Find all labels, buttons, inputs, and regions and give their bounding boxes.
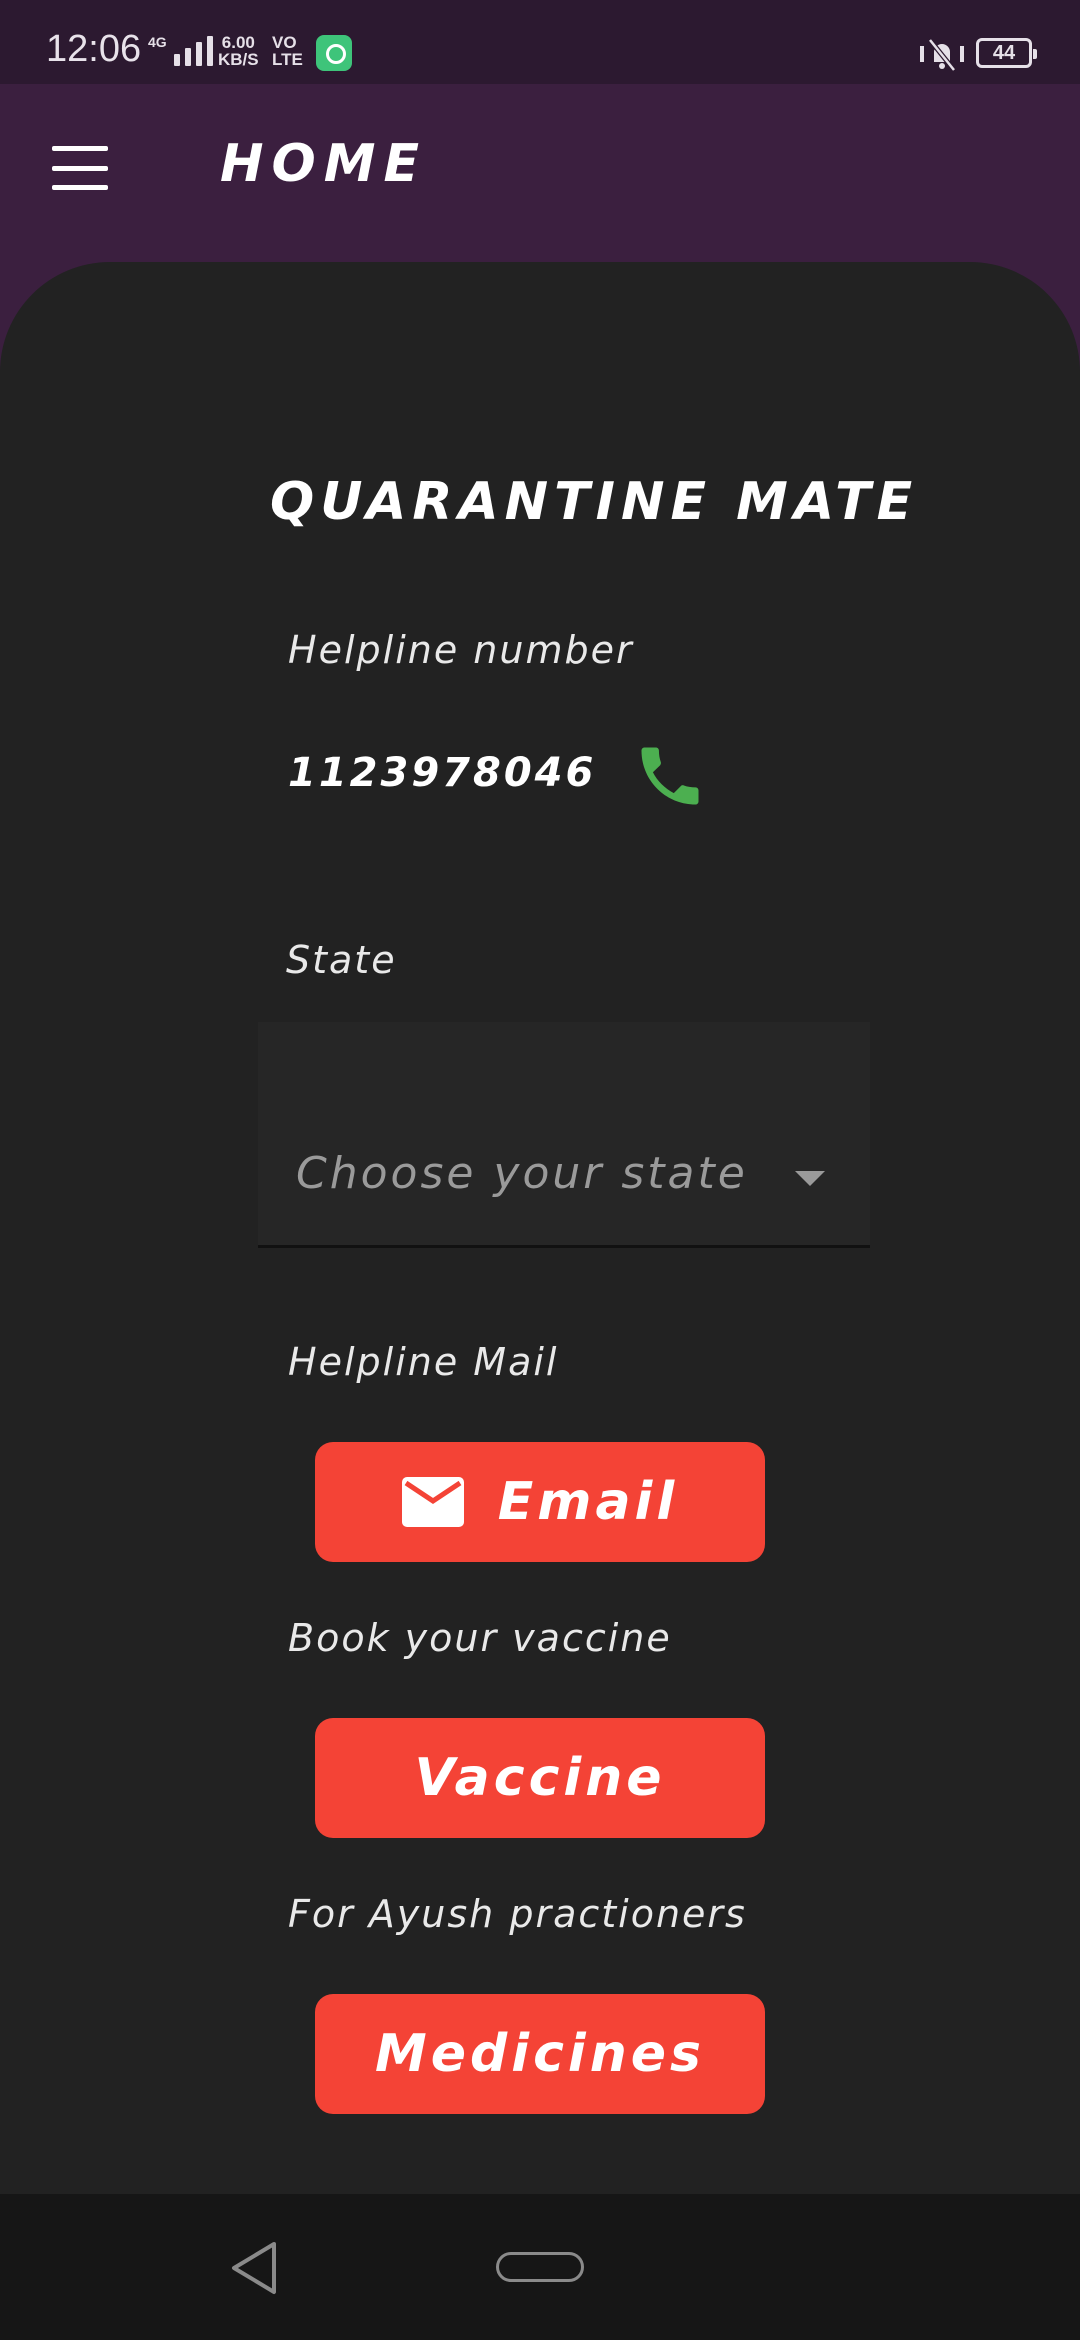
vaccine-button[interactable]: Vaccine: [315, 1718, 765, 1838]
status-bar: 12:06 4G 6.00 KB/S VO LTE 44: [0, 0, 1080, 84]
medicines-button[interactable]: Medicines: [315, 1994, 765, 2114]
book-vaccine-label: Book your vaccine: [288, 1616, 672, 1660]
ayush-label: For Ayush practioners: [288, 1892, 747, 1936]
home-pill-icon[interactable]: [496, 2252, 584, 2282]
app-heading: QUARANTINE MATE: [270, 472, 919, 532]
email-button-label: Email: [497, 1472, 679, 1532]
network-speed-value: 6.00: [221, 33, 255, 52]
helpline-mail-label: Helpline Mail: [288, 1340, 559, 1384]
network-speed: 6.00 KB/S: [218, 34, 259, 68]
main-content: QUARANTINE MATE Helpline number 11239780…: [0, 262, 1080, 2194]
volte-bottom: LTE: [272, 50, 303, 69]
app-notification-icon: [316, 35, 352, 71]
helpline-number-label: Helpline number: [288, 628, 634, 672]
app-bar: HOME: [0, 84, 1080, 264]
system-nav-bar: [0, 2194, 1080, 2340]
state-label: State: [286, 938, 397, 982]
hamburger-menu-icon[interactable]: [52, 146, 112, 190]
signal-icon: 4G: [148, 34, 213, 66]
mute-vibrate-icon: [920, 38, 964, 72]
status-time: 12:06: [46, 28, 142, 70]
volte-indicator: VO LTE: [272, 34, 303, 68]
battery-icon: 44: [976, 38, 1037, 68]
phone-icon[interactable]: [632, 738, 708, 814]
state-dropdown[interactable]: Choose your state: [258, 1022, 870, 1248]
medicines-button-label: Medicines: [375, 2024, 705, 2084]
page-title: HOME: [220, 134, 427, 194]
helpline-number: 1123978046: [288, 750, 597, 796]
back-icon[interactable]: [228, 2240, 280, 2296]
volte-top: VO: [272, 33, 297, 52]
vaccine-button-label: Vaccine: [414, 1748, 666, 1808]
email-button[interactable]: Email: [315, 1442, 765, 1562]
dropdown-caret-icon: [795, 1171, 825, 1186]
mail-icon: [401, 1477, 464, 1527]
network-type: 4G: [148, 34, 167, 50]
network-speed-unit: KB/S: [218, 50, 259, 69]
screen: 12:06 4G 6.00 KB/S VO LTE 44 HOME QUARAN…: [0, 0, 1080, 2340]
state-placeholder: Choose your state: [296, 1148, 748, 1199]
